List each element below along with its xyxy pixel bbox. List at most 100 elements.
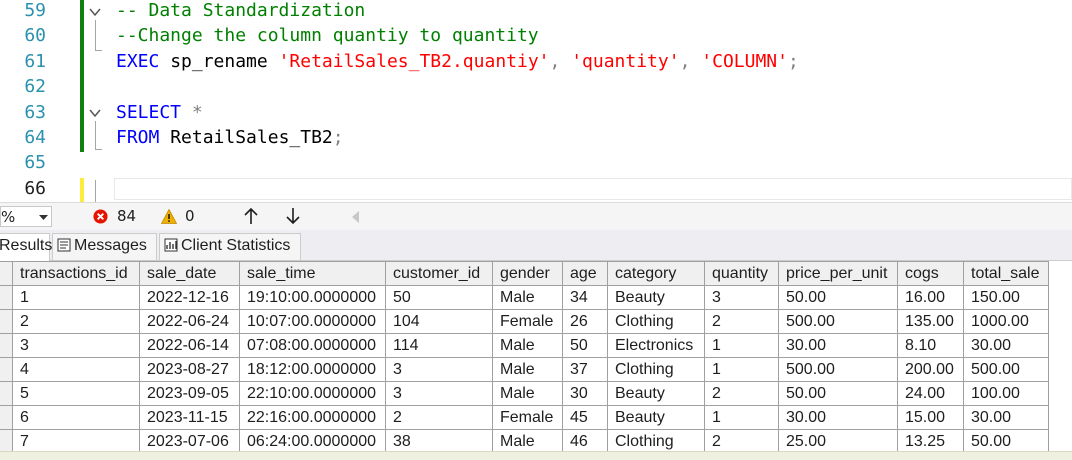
table-row[interactable]: 5 2023-09-05 22:10:00.0000000 3 Male 30 Beauty… xyxy=(0,381,1049,406)
grid-cell[interactable]: 3 xyxy=(12,333,140,358)
grid-cell[interactable]: 50.00 xyxy=(778,381,898,406)
grid-cell[interactable]: 500.00 xyxy=(778,357,898,382)
arrow-up-icon[interactable] xyxy=(244,208,258,225)
grid-cell[interactable]: 18:12:00.0000000 xyxy=(239,357,386,382)
grid-cell[interactable]: 2023-07-06 xyxy=(139,429,240,451)
grid-cell[interactable]: 114 xyxy=(385,333,493,358)
grid-cell[interactable]: 104 xyxy=(385,309,493,334)
results-grid[interactable]: transactions_id sale_date sale_time custome… xyxy=(0,261,1072,451)
zoom-dropdown[interactable]: % xyxy=(0,206,52,227)
grid-cell[interactable]: 2022-12-16 xyxy=(139,285,240,310)
grid-cell[interactable]: 2023-11-15 xyxy=(139,405,240,430)
row-selector[interactable] xyxy=(0,405,13,430)
fold-collapse-icon[interactable] xyxy=(89,6,101,18)
grid-cell[interactable]: 2023-08-27 xyxy=(139,357,240,382)
grid-cell[interactable]: 30 xyxy=(562,381,608,406)
grid-cell[interactable]: 30.00 xyxy=(963,333,1049,358)
column-header[interactable]: quantity xyxy=(704,261,779,286)
grid-cell[interactable]: Male xyxy=(492,333,563,358)
error-icon[interactable] xyxy=(93,209,108,224)
grid-cell[interactable]: 135.00 xyxy=(897,309,964,334)
row-selector[interactable] xyxy=(0,309,13,334)
grid-cell[interactable]: 19:10:00.0000000 xyxy=(239,285,386,310)
grid-cell[interactable]: 13.25 xyxy=(897,429,964,451)
grid-cell[interactable]: 15.00 xyxy=(897,405,964,430)
grid-cell[interactable]: 2 xyxy=(12,309,140,334)
grid-cell[interactable]: 46 xyxy=(562,429,608,451)
grid-cell[interactable]: 50.00 xyxy=(778,285,898,310)
grid-cell[interactable]: 22:10:00.0000000 xyxy=(239,381,386,406)
arrow-down-icon[interactable] xyxy=(286,208,300,225)
grid-cell[interactable]: Female xyxy=(492,309,563,334)
grid-cell[interactable]: 07:08:00.0000000 xyxy=(239,333,386,358)
grid-cell[interactable]: 50 xyxy=(385,285,493,310)
row-selector[interactable] xyxy=(0,333,13,358)
row-selector[interactable] xyxy=(0,429,13,451)
grid-cell[interactable]: 16.00 xyxy=(897,285,964,310)
grid-cell[interactable]: Beauty xyxy=(607,285,705,310)
grid-cell[interactable]: 1000.00 xyxy=(963,309,1049,334)
code-line[interactable]: SELECT * xyxy=(116,100,203,125)
grid-cell[interactable]: 1 xyxy=(12,285,140,310)
grid-cell[interactable]: 38 xyxy=(385,429,493,451)
grid-cell[interactable]: 22:16:00.0000000 xyxy=(239,405,386,430)
grid-cell[interactable]: 30.00 xyxy=(778,405,898,430)
grid-cell[interactable]: 7 xyxy=(12,429,140,451)
grid-cell[interactable]: Male xyxy=(492,357,563,382)
grid-cell[interactable]: 1 xyxy=(704,357,779,382)
grid-cell[interactable]: Male xyxy=(492,285,563,310)
grid-cell[interactable]: 2 xyxy=(385,405,493,430)
grid-cell[interactable]: Clothing xyxy=(607,309,705,334)
grid-cell[interactable]: 4 xyxy=(12,357,140,382)
grid-cell[interactable]: 2022-06-24 xyxy=(139,309,240,334)
code-line[interactable]: --Change the column quantiy to quantity xyxy=(116,23,539,48)
grid-cell[interactable]: 1 xyxy=(704,333,779,358)
tab-client-statistics[interactable]: Client Statistics xyxy=(159,233,301,260)
grid-cell[interactable]: Female xyxy=(492,405,563,430)
fold-collapse-icon[interactable] xyxy=(89,107,101,119)
grid-cell[interactable]: 2 xyxy=(704,309,779,334)
column-header[interactable]: sale_time xyxy=(239,261,386,286)
grid-cell[interactable]: Male xyxy=(492,429,563,451)
table-row[interactable]: 2 2022-06-24 10:07:00.0000000 104 Female 26 Cl… xyxy=(0,309,1049,334)
grid-cell[interactable]: Beauty xyxy=(607,381,705,406)
grid-cell[interactable]: Beauty xyxy=(607,405,705,430)
warning-icon[interactable] xyxy=(161,209,177,224)
row-selector[interactable] xyxy=(0,285,13,310)
grid-cell[interactable]: 37 xyxy=(562,357,608,382)
column-header[interactable]: sale_date xyxy=(139,261,240,286)
grid-cell[interactable]: 2 xyxy=(704,381,779,406)
table-row[interactable]: 3 2022-06-14 07:08:00.0000000 114 Male 50 Elec… xyxy=(0,333,1049,358)
grid-cell[interactable]: 6 xyxy=(12,405,140,430)
query-editor[interactable]: 59 60 61 62 63 64 65 66 -- Data Standardization… xyxy=(0,0,1072,202)
grid-cell[interactable]: 8.10 xyxy=(897,333,964,358)
grid-cell[interactable]: 5 xyxy=(12,381,140,406)
code-line[interactable]: -- Data Standardization xyxy=(116,0,365,23)
grid-cell[interactable]: Clothing xyxy=(607,357,705,382)
column-header[interactable]: category xyxy=(607,261,705,286)
grid-cell[interactable]: 2022-06-14 xyxy=(139,333,240,358)
grid-cell[interactable]: 45 xyxy=(562,405,608,430)
column-header[interactable]: transactions_id xyxy=(12,261,140,286)
column-header[interactable]: gender xyxy=(492,261,563,286)
grid-cell[interactable]: 10:07:00.0000000 xyxy=(239,309,386,334)
column-header[interactable]: total_sale xyxy=(963,261,1049,286)
table-row[interactable]: 1 2022-12-16 19:10:00.0000000 50 Male 34 Beaut… xyxy=(0,285,1049,310)
table-row[interactable]: 6 2023-11-15 22:16:00.0000000 2 Female 45 Beau… xyxy=(0,405,1049,430)
grid-cell[interactable]: 500.00 xyxy=(963,357,1049,382)
column-header[interactable]: price_per_unit xyxy=(778,261,898,286)
column-header[interactable]: age xyxy=(562,261,608,286)
grid-cell[interactable]: 25.00 xyxy=(778,429,898,451)
grid-corner-cell[interactable] xyxy=(0,261,13,286)
grid-cell[interactable]: Electronics xyxy=(607,333,705,358)
grid-cell[interactable]: 06:24:00.0000000 xyxy=(239,429,386,451)
grid-cell[interactable]: 150.00 xyxy=(963,285,1049,310)
table-row[interactable]: 7 2023-07-06 06:24:00.0000000 38 Male 46 Cloth… xyxy=(0,429,1049,451)
grid-cell[interactable]: 1 xyxy=(704,405,779,430)
row-selector[interactable] xyxy=(0,357,13,382)
grid-cell[interactable]: 30.00 xyxy=(778,333,898,358)
grid-cell[interactable]: Male xyxy=(492,381,563,406)
grid-cell[interactable]: Clothing xyxy=(607,429,705,451)
tab-results[interactable]: Results xyxy=(0,233,52,261)
grid-cell[interactable]: 3 xyxy=(385,357,493,382)
